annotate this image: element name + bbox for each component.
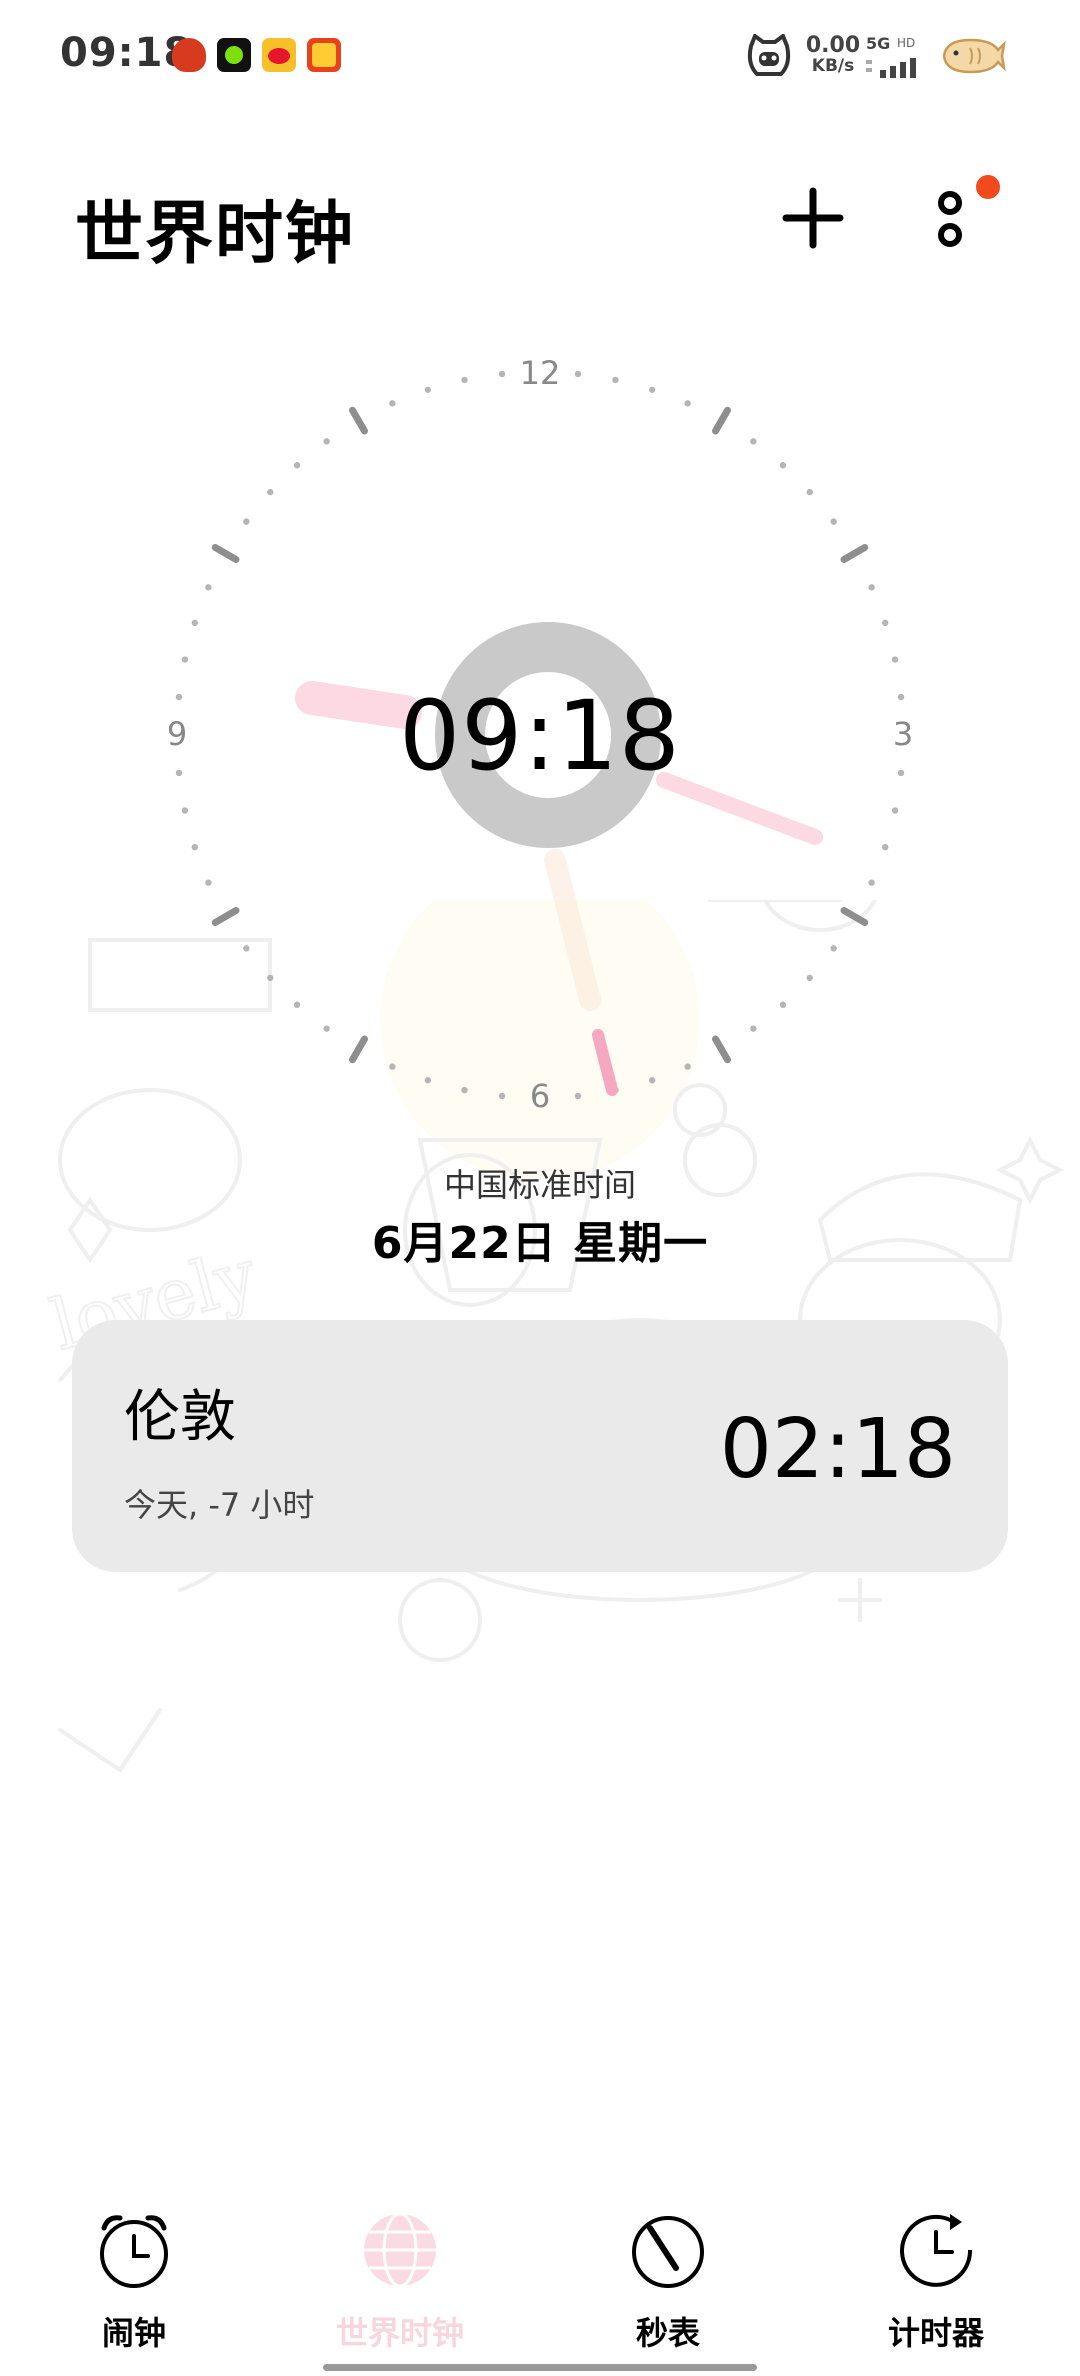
world-clock-card-london[interactable]: 伦敦 今天, -7 小时 02:18: [72, 1320, 1008, 1572]
clock-hour-tick: [712, 1035, 731, 1064]
weibo-icon: [262, 38, 296, 72]
clock-minute-dot: [424, 386, 432, 393]
timer-icon: [900, 2214, 973, 2287]
more-options-button[interactable]: [930, 185, 980, 255]
hd-label: HD: [897, 36, 916, 50]
digital-time: 09:18: [399, 680, 681, 792]
clock-minute-dot: [830, 945, 837, 952]
clock-minute-dot: [293, 1001, 301, 1008]
nav-item-stopwatch[interactable]: 秒表: [568, 2210, 768, 2352]
app-notification-icon: [307, 38, 341, 72]
clock-minute-dot: [498, 1092, 506, 1100]
clock-minute-dot: [293, 462, 301, 469]
stopwatch-icon: [632, 2216, 704, 2288]
clock-minute-dot: [267, 488, 274, 496]
clock-hour-tick: [211, 907, 240, 926]
clock-minute-dot: [612, 376, 619, 384]
add-city-button[interactable]: [780, 185, 846, 251]
clock-minute-dot: [191, 619, 198, 627]
clock-numeral-12: 12: [520, 354, 561, 392]
clock-hour-tick: [211, 544, 240, 563]
home-indicator[interactable]: [323, 2364, 757, 2371]
notification-dot: [976, 175, 1000, 199]
clock-hour-tick: [349, 1035, 368, 1064]
network-type-label: 5G: [866, 34, 891, 53]
clock-minute-dot: [684, 1063, 691, 1070]
clock-minute-dot: [750, 438, 757, 445]
clock-minute-dot: [323, 438, 330, 445]
network-speed: 0.00 KB/s: [803, 33, 863, 77]
clock-minute-dot: [648, 1077, 656, 1084]
clock-minute-dot: [574, 370, 582, 378]
nav-label-stopwatch: 秒表: [635, 2314, 700, 2352]
nav-label-alarm: 闹钟: [101, 2314, 166, 2352]
clock-minute-dot: [205, 584, 212, 591]
signal-icon: [866, 58, 916, 78]
clock-minute-dot: [461, 376, 468, 384]
clock-minute-dot: [461, 1086, 468, 1094]
network-speed-value: 0.00: [805, 33, 861, 58]
nav-label-world-clock: 世界时钟: [335, 2314, 464, 2352]
page-title: 世界时钟: [75, 195, 356, 274]
nav-item-world-clock[interactable]: 世界时钟: [300, 2210, 500, 2352]
second-hand: [592, 1029, 618, 1096]
bottom-nav: 闹钟 世界时钟 秒表 计时器: [0, 2200, 1080, 2352]
clock-minute-dot: [891, 807, 899, 814]
second-hand-trail: [544, 849, 601, 1011]
clock-minute-dot: [882, 619, 889, 627]
clock-hour-tick: [349, 406, 368, 435]
clock-minute-dot: [181, 807, 189, 814]
clock-minute-dot: [882, 843, 889, 851]
clock-minute-dot: [868, 879, 875, 886]
clock-minute-dot: [891, 656, 899, 663]
clock-minute-dot: [498, 370, 506, 378]
nav-item-timer[interactable]: 计时器: [836, 2210, 1036, 2352]
clock-minute-dot: [389, 1063, 396, 1070]
nav-item-alarm[interactable]: 闹钟: [34, 2210, 234, 2352]
app-notification-icon: [172, 38, 206, 72]
clock-minute-dot: [779, 462, 787, 469]
city-time: 02:18: [719, 1402, 956, 1497]
clock-minute-dot: [779, 1001, 787, 1008]
network-speed-unit: KB/s: [811, 56, 855, 76]
clock-minute-dot: [181, 656, 189, 663]
alarm-clock-icon: [100, 2215, 168, 2288]
clock-minute-dot: [830, 518, 837, 525]
status-bar: 09:18 0.00 KB/s 5G HD: [0, 0, 1080, 115]
clock-minute-dot: [648, 386, 656, 393]
cat-face-icon: [747, 34, 791, 76]
city-name: 伦敦: [124, 1385, 236, 1450]
clock-hour-tick: [712, 406, 731, 435]
clock-minute-dot: [205, 879, 212, 886]
battery-fish-icon: [942, 38, 1006, 74]
clock-minute-dot: [243, 945, 250, 952]
clock-minute-dot: [323, 1025, 330, 1032]
current-date: 6月22日 星期一: [371, 1218, 709, 1269]
timezone-name: 中国标准时间: [443, 1166, 636, 1204]
clock-minute-dot: [574, 1092, 582, 1100]
clock-minute-dot: [750, 1025, 757, 1032]
clock-minute-dot: [267, 974, 274, 982]
clock-minute-dot: [424, 1077, 432, 1084]
clock-numeral-6: 6: [530, 1077, 550, 1115]
clock-hour-tick: [840, 544, 869, 563]
clock-minute-dot: [806, 488, 813, 496]
clock-hour-tick: [840, 907, 869, 926]
clock-minute-dot: [806, 974, 813, 982]
city-time-offset: 今天, -7 小时: [124, 1486, 315, 1524]
clock-minute-dot: [389, 400, 396, 407]
clock-minute-dot: [191, 843, 198, 851]
clock-minute-dot: [868, 584, 875, 591]
clock-minute-dot: [243, 518, 250, 525]
app-notification-icon: [217, 38, 251, 72]
nav-label-timer: 计时器: [887, 2314, 984, 2352]
globe-icon: [364, 2212, 436, 2288]
clock-minute-dot: [684, 400, 691, 407]
